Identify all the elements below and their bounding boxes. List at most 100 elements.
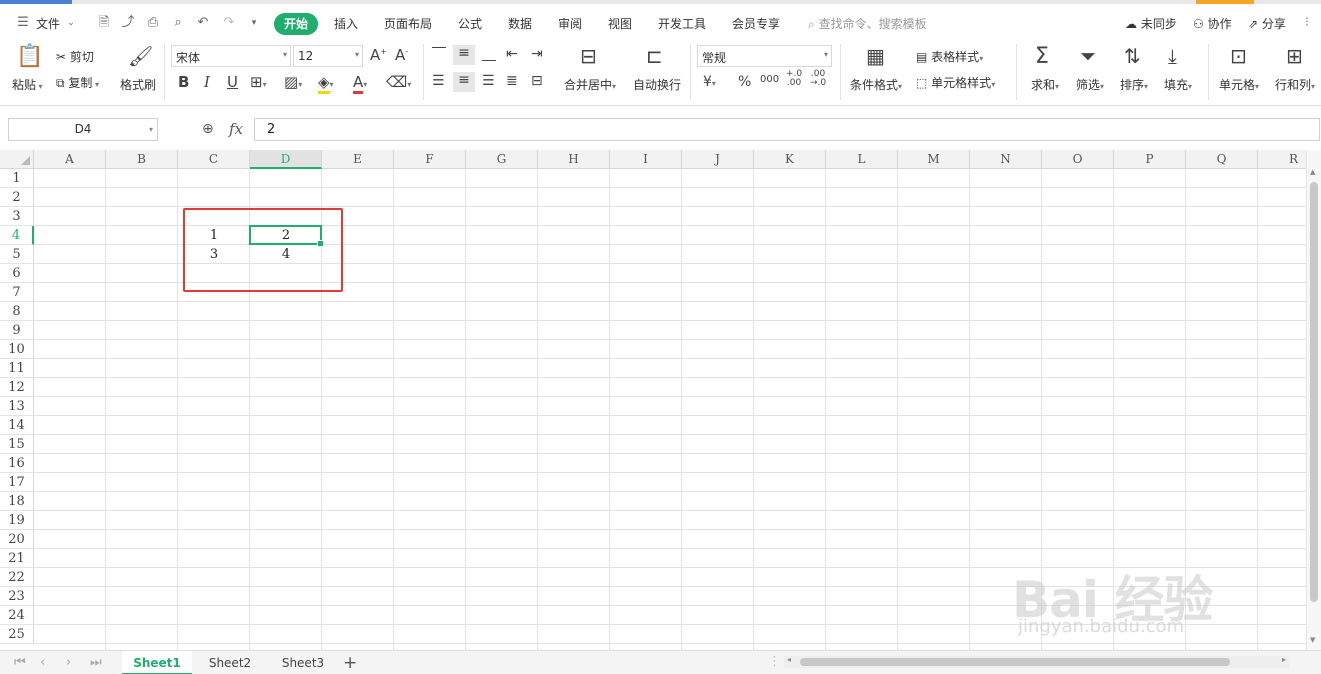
row-header-21[interactable]: 21 [0,549,34,568]
filter-button[interactable]: 筛选▾ [1076,76,1104,93]
conditional-format-icon[interactable]: ▦ [866,44,885,68]
splitter-handle-icon[interactable]: ⋮ [768,654,781,669]
column-header-h[interactable]: H [538,150,610,169]
column-header-o[interactable]: O [1042,150,1114,169]
format-painter-button[interactable]: 格式刷 [120,76,156,93]
vertical-scroll-thumb[interactable] [1310,182,1318,602]
tab-insert[interactable]: 插入 [334,15,358,32]
row-header-7[interactable]: 7 [0,283,34,302]
decrease-decimal-button[interactable]: .00 →.0 [810,70,826,88]
row-header-8[interactable]: 8 [0,302,34,321]
insert-function-button[interactable]: fx [229,120,243,138]
merge-center-icon[interactable]: ⊟ [580,44,597,68]
save-icon[interactable]: 🗎 [97,16,111,30]
row-header-13[interactable]: 13 [0,397,34,416]
thousands-separator-button[interactable]: 000 [760,74,779,85]
row-header-3[interactable]: 3 [0,207,34,226]
tab-page-layout[interactable]: 页面布局 [384,15,432,32]
number-format-select[interactable]: 常规 ▾ [697,45,832,67]
last-sheet-icon[interactable]: ⏭ [90,655,102,670]
column-header-c[interactable]: C [178,150,250,169]
column-header-e[interactable]: E [322,150,394,169]
decrease-font-size-icon[interactable]: A- [395,46,408,64]
row-header-18[interactable]: 18 [0,492,34,511]
row-header-23[interactable]: 23 [0,587,34,606]
add-sheet-icon[interactable]: + [343,653,357,673]
collaborate-button[interactable]: ⚇ 协作 [1193,15,1232,32]
font-name-select[interactable]: 宋体 ▾ [171,45,291,67]
percent-button[interactable]: % [738,74,751,90]
paste-button[interactable]: 粘贴 ▾ [12,76,43,93]
column-header-i[interactable]: I [610,150,682,169]
redo-icon[interactable]: ↷ [222,16,236,30]
fill-button[interactable]: 填充▾ [1164,76,1192,93]
underline-button[interactable]: U [227,73,238,91]
sum-icon[interactable]: Σ [1035,44,1049,69]
prev-sheet-icon[interactable]: ‹ [40,655,45,670]
increase-decimal-button[interactable]: +.0 .00 [786,70,802,88]
row-header-24[interactable]: 24 [0,606,34,625]
column-header-a[interactable]: A [34,150,106,169]
column-header-f[interactable]: F [394,150,466,169]
row-header-15[interactable]: 15 [0,435,34,454]
print-preview-icon[interactable]: ⌕ [171,16,185,30]
rows-cols-button[interactable]: 行和列▾ [1275,76,1315,93]
chevron-down-icon[interactable]: ⌄ [64,16,78,30]
scroll-up-icon[interactable]: ▲ [1310,168,1315,176]
align-right-icon[interactable]: ☰ [482,73,495,89]
copy-button[interactable]: ⧉ 复制 ▾ [56,74,99,91]
row-header-5[interactable]: 5 [0,245,34,264]
row-header-4[interactable]: 4 [0,226,34,245]
sync-status[interactable]: ☁ 未同步 [1125,15,1177,32]
row-header-25[interactable]: 25 [0,625,34,644]
sort-icon[interactable]: ⇅ [1124,44,1141,68]
file-menu[interactable]: 文件 [36,15,60,32]
column-header-r[interactable]: R [1258,150,1306,169]
row-header-20[interactable]: 20 [0,530,34,549]
hamburger-menu-icon[interactable]: ☰ [16,16,30,30]
column-header-g[interactable]: G [466,150,538,169]
clear-format-icon[interactable]: ⌫▾ [386,73,411,91]
row-header-6[interactable]: 6 [0,264,34,283]
sheet-tab-sheet1[interactable]: Sheet1 [122,651,192,674]
scroll-down-icon[interactable]: ▼ [1310,636,1315,644]
select-all-corner[interactable] [0,150,34,169]
align-middle-icon[interactable]: ≡ [453,45,475,65]
tab-data[interactable]: 数据 [508,15,532,32]
fill-icon[interactable]: ⤓ [1168,44,1177,68]
align-top-icon[interactable]: ⎺ [432,46,446,62]
column-header-p[interactable]: P [1114,150,1186,169]
cell-button[interactable]: 单元格▾ [1219,76,1259,93]
vertical-scrollbar[interactable]: ▲ ▼ [1306,150,1321,650]
scroll-left-icon[interactable]: ◂ [787,655,791,664]
row-header-17[interactable]: 17 [0,473,34,492]
share-button[interactable]: ⇗ 分享 [1248,15,1286,32]
sum-button[interactable]: 求和▾ [1031,76,1059,93]
row-header-2[interactable]: 2 [0,188,34,207]
column-header-k[interactable]: K [754,150,826,169]
spreadsheet-grid[interactable]: A B C D E F G H I J K L M N O P Q R 1 2 3 4 5 6 7 8 9 10 11 12 13 14 15 1… [0,150,1306,650]
justify-icon[interactable]: ≣ [506,73,518,89]
sort-button[interactable]: 排序▾ [1120,76,1148,93]
column-header-n[interactable]: N [970,150,1042,169]
filter-icon[interactable]: ⏷ [1080,44,1096,68]
column-header-l[interactable]: L [826,150,898,169]
font-color-icon[interactable]: A▾ [353,73,367,94]
formula-input[interactable]: 2 [254,118,1320,141]
borders-icon[interactable]: ⊞▾ [250,73,267,91]
paste-icon[interactable]: 📋 [16,44,43,69]
distributed-align-icon[interactable]: ⊟ [531,73,543,89]
horizontal-scroll-thumb[interactable] [800,658,1230,666]
column-header-m[interactable]: M [898,150,970,169]
align-center-icon[interactable]: ≡ [453,72,475,92]
cut-button[interactable]: ✂ 剪切 [56,48,94,65]
column-header-q[interactable]: Q [1186,150,1258,169]
tab-review[interactable]: 审阅 [558,15,582,32]
print-icon[interactable]: ⎙ [146,16,160,30]
tab-developer[interactable]: 开发工具 [658,15,706,32]
tab-member[interactable]: 会员专享 [732,15,780,32]
italic-button[interactable]: I [204,73,210,91]
sheet-tab-sheet2[interactable]: Sheet2 [198,651,262,674]
row-header-9[interactable]: 9 [0,321,34,340]
row-header-22[interactable]: 22 [0,568,34,587]
